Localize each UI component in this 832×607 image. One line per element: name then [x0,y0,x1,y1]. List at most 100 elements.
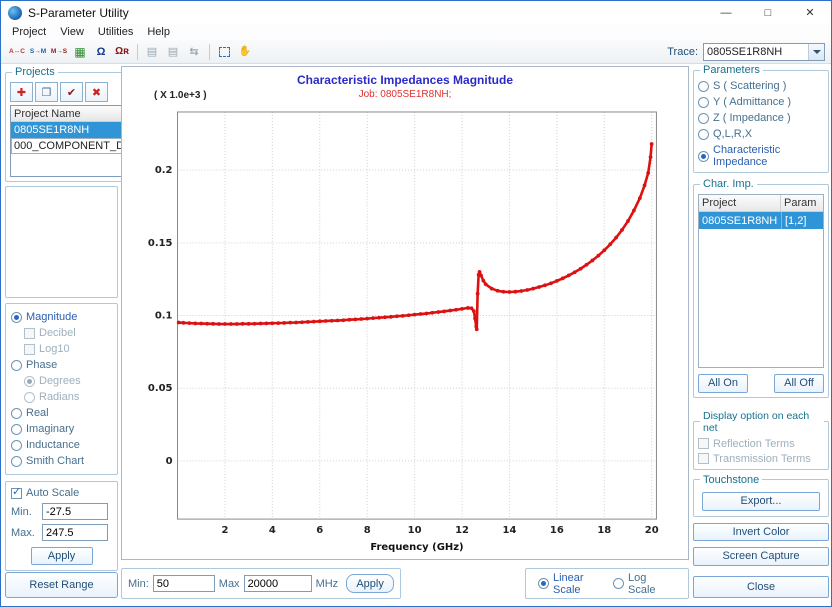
svg-text:16: 16 [550,525,564,536]
smith-chart-label: Smith Chart [26,455,84,467]
project-list-header[interactable]: Project Name [11,106,127,122]
param-s-radio[interactable]: S ( Scattering ) [698,80,824,92]
reflection-terms-checkbox[interactable]: Reflection Terms [698,438,824,450]
svg-text:10: 10 [408,525,422,536]
magnitude-radio[interactable]: Magnitude [11,311,112,323]
menu-help[interactable]: Help [140,26,177,38]
freq-max-input[interactable] [244,575,312,592]
titlebar: S-Parameter Utility — □ ✕ [1,1,831,24]
svg-text:18: 18 [597,525,611,536]
shift-trace-icon[interactable]: ⇆ [184,42,204,61]
left-panel: Projects ✚ ❐ ✔ ✖ Project Name 0805SE1R8N… [5,64,118,606]
log-scale-label: Log Scale [628,572,676,596]
dashed-selection-shape [219,47,230,57]
char-imp-group: Char. Imp. Project Param 0805SE1R8NH [1,… [693,178,829,398]
data-grid-icon[interactable]: ▦ [70,42,90,61]
maximize-button[interactable]: □ [747,1,789,24]
param-z-radio[interactable]: Z ( Impedance ) [698,112,824,124]
inductance-radio[interactable]: Inductance [11,439,112,451]
log10-checkbox[interactable]: Log10 [24,343,112,355]
scale-max-input[interactable] [42,524,108,541]
param-qlrx-radio[interactable]: Q,L,R,X [698,128,824,140]
reset-range-button[interactable]: Reset Range [5,572,118,598]
display-net-group: Display option on each net Reflection Te… [693,410,829,470]
copy-project-button[interactable]: ❐ [35,82,58,102]
table-edit-icon[interactable]: ▤ [163,42,183,61]
degrees-radio[interactable]: Degrees [24,375,112,387]
phase-radio[interactable]: Phase [11,359,112,371]
pan-icon[interactable]: ✋ [235,42,255,61]
radio-icon [11,440,22,451]
screen-capture-button[interactable]: Screen Capture [693,547,829,566]
s-to-m-icon[interactable]: S→M [28,42,48,61]
close-window-button[interactable]: ✕ [789,1,831,24]
invert-color-button[interactable]: Invert Color [693,523,829,542]
delete-project-button[interactable]: ✖ [85,82,108,102]
impedance-plot: 246810121416182000.050.10.150.2Frequency… [125,104,685,559]
char-imp-row-param: [1,2] [781,212,823,229]
radio-icon [11,312,22,323]
column-header-param[interactable]: Param [781,195,823,211]
zoom-region-icon[interactable] [214,42,234,61]
param-y-label: Y ( Admittance ) [713,96,791,108]
menu-project[interactable]: Project [5,26,53,38]
param-s-label: S ( Scattering ) [713,80,786,92]
reflection-terms-label: Reflection Terms [713,438,795,450]
scale-min-input[interactable] [42,503,108,520]
all-off-button[interactable]: All Off [774,374,824,393]
radio-icon [698,97,709,108]
export-button[interactable]: Export... [702,492,820,511]
real-radio[interactable]: Real [11,407,112,419]
auto-scale-label: Auto Scale [26,487,79,499]
decibel-label: Decibel [39,327,76,339]
freq-min-input[interactable] [153,575,215,592]
smith-chart-radio[interactable]: Smith Chart [11,455,112,467]
log10-label: Log10 [39,343,70,355]
svg-text:8: 8 [364,525,371,536]
confirm-project-button[interactable]: ✔ [60,82,83,102]
auto-scale-checkbox[interactable]: Auto Scale [11,487,112,499]
close-button[interactable]: Close [693,576,829,598]
project-list-item[interactable]: 0805SE1R8NH [11,122,127,138]
param-char-imp-radio[interactable]: Characteristic Impedance [698,144,824,168]
freq-apply-button[interactable]: Apply [346,574,394,593]
chevron-down-icon[interactable] [808,44,824,60]
svg-text:20: 20 [645,525,659,536]
r-impedance-icon[interactable]: Ωʀ [112,42,132,61]
decibel-checkbox[interactable]: Decibel [24,327,112,339]
magnitude-label: Magnitude [26,311,77,323]
checkbox-icon [698,438,709,449]
ac-convert-icon[interactable]: A↔C [7,42,27,61]
y-axis-unit-label: ( X 1.0e+3 ) [154,90,207,101]
project-list-item[interactable]: 000_COMPONENT_D. [11,138,127,154]
minimize-button[interactable]: — [705,1,747,24]
char-imp-row-project: 0805SE1R8NH [699,212,781,229]
menu-utilities[interactable]: Utilities [91,26,140,38]
impedance-search-icon[interactable]: Ω [91,42,111,61]
svg-text:0: 0 [166,456,173,467]
imaginary-radio[interactable]: Imaginary [11,423,112,435]
svg-text:4: 4 [269,525,276,536]
add-project-button[interactable]: ✚ [10,82,33,102]
param-y-radio[interactable]: Y ( Admittance ) [698,96,824,108]
m-to-s-icon[interactable]: M→S [49,42,69,61]
linear-scale-radio[interactable]: Linear Scale [538,572,613,596]
svg-text:0.05: 0.05 [148,383,173,394]
transmission-terms-checkbox[interactable]: Transmission Terms [698,453,824,465]
frequency-range-group: Min: Max MHz Apply [121,568,401,599]
toolbar: A↔C S→M M→S ▦ Ω Ωʀ ▤ ▤ ⇆ ✋ Trace: 0805SE… [1,40,831,64]
scale-apply-button[interactable]: Apply [31,547,93,565]
table-view-icon[interactable]: ▤ [142,42,162,61]
char-imp-row[interactable]: 0805SE1R8NH [1,2] [699,212,823,229]
radio-icon [538,578,549,589]
log-scale-radio[interactable]: Log Scale [613,572,676,596]
display-format-group: Magnitude Decibel Log10 Phase Degrees [5,303,118,475]
center-panel: Characteristic Impedances Magnitude ( X … [118,64,693,606]
display-net-legend: Display option on each net [700,410,824,434]
degrees-label: Degrees [39,375,81,387]
trace-select[interactable]: 0805SE1R8NH [703,43,825,61]
radians-radio[interactable]: Radians [24,391,112,403]
all-on-button[interactable]: All On [698,374,748,393]
column-header-project[interactable]: Project [699,195,781,211]
menu-view[interactable]: View [53,26,91,38]
